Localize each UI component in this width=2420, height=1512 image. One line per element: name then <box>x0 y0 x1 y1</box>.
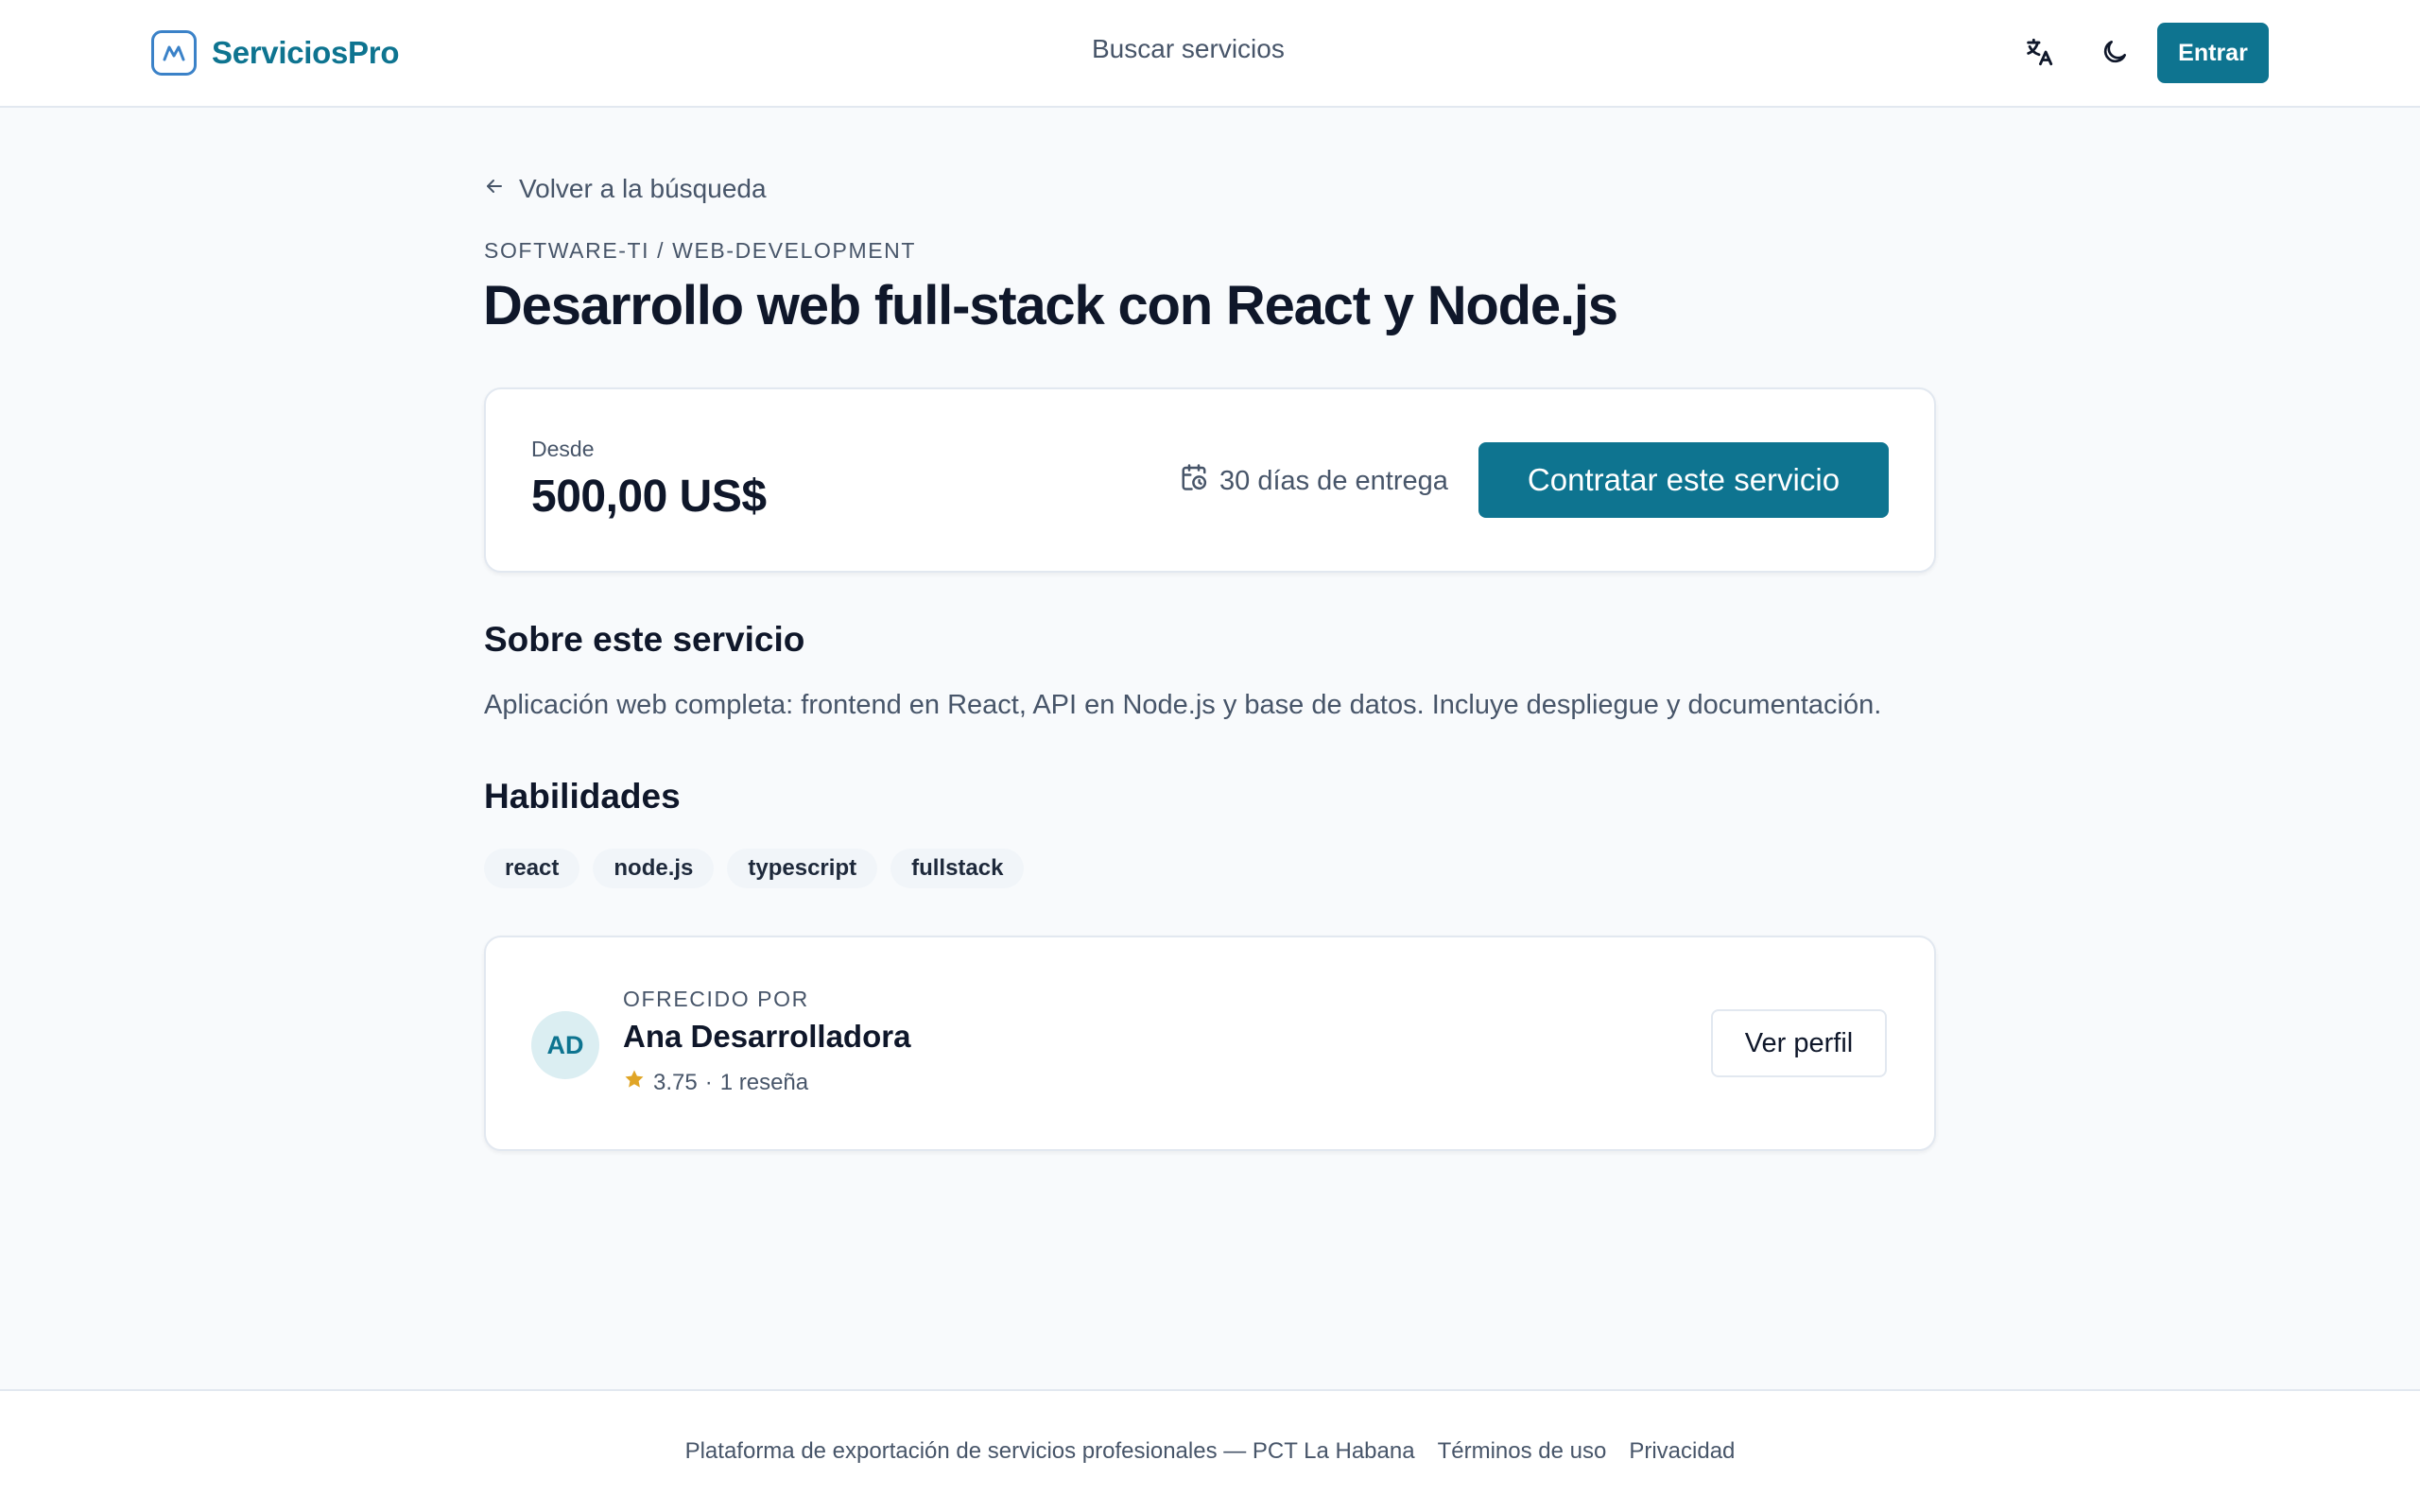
service-description: Aplicación web completa: frontend en Rea… <box>484 690 1882 720</box>
login-button[interactable]: Entrar <box>2157 23 2269 83</box>
offered-by-label: OFRECIDO POR <box>623 987 809 1011</box>
skill-tag-typescript[interactable]: typescript <box>727 849 878 888</box>
theme-toggle-button[interactable] <box>2092 31 2137 77</box>
translate-icon <box>2023 36 2055 73</box>
delivery-time: 30 días de entrega <box>1180 463 1448 499</box>
skill-tag-fullstack[interactable]: fullstack <box>890 849 1025 888</box>
skill-tag-nodejs[interactable]: node.js <box>593 849 715 888</box>
seller-rating: 3.75 · 1 reseña <box>623 1068 808 1097</box>
about-heading: Sobre este servicio <box>484 620 805 659</box>
hire-service-button[interactable]: Contratar este servicio <box>1478 442 1889 518</box>
footer-tagline: Plataforma de exportación de servicios p… <box>684 1438 1415 1464</box>
rating-separator: · <box>704 1069 713 1095</box>
calendar-clock-icon <box>1180 463 1208 499</box>
price-card: Desde 500,00 US$ 30 días de entrega Cont… <box>484 387 1936 573</box>
skills-heading: Habilidades <box>484 777 681 816</box>
back-to-search-link[interactable]: Volver a la búsqueda <box>483 174 767 204</box>
delivery-label: 30 días de entrega <box>1219 465 1448 496</box>
avatar: AD <box>531 1011 599 1079</box>
brand-logo[interactable]: ServiciosPro <box>151 28 399 77</box>
back-label: Volver a la búsqueda <box>519 174 767 203</box>
price-value: 500,00 US$ <box>531 472 767 522</box>
category-breadcrumb: SOFTWARE-TI / WEB-DEVELOPMENT <box>484 238 917 263</box>
brand-name: ServiciosPro <box>212 35 400 70</box>
nav-search-services[interactable]: Buscar servicios <box>1092 34 1285 64</box>
top-header: ServiciosPro Buscar servicios Entrar <box>0 0 2420 108</box>
moon-icon <box>2100 37 2130 72</box>
privacy-link[interactable]: Privacidad <box>1629 1438 1735 1465</box>
seller-name: Ana Desarrolladora <box>623 1019 911 1054</box>
view-profile-button[interactable]: Ver perfil <box>1711 1009 1887 1077</box>
footer-links: Plataforma de exportación de servicios p… <box>0 1438 2420 1465</box>
review-count: 1 reseña <box>719 1069 809 1095</box>
terms-link[interactable]: Términos de uso <box>1438 1438 1607 1465</box>
rating-value: 3.75 <box>653 1069 698 1095</box>
arrow-left-icon <box>483 174 506 204</box>
skills-list: react node.js typescript fullstack <box>484 849 1025 888</box>
star-icon <box>623 1068 646 1097</box>
seller-card: AD OFRECIDO POR Ana Desarrolladora 3.75 … <box>484 936 1936 1151</box>
page-footer: Plataforma de exportación de servicios p… <box>0 1389 2420 1512</box>
page-title: Desarrollo web full-stack con React y No… <box>483 275 1618 336</box>
language-button[interactable] <box>2016 31 2062 77</box>
logo-icon <box>151 30 197 76</box>
skill-tag-react[interactable]: react <box>484 849 580 888</box>
price-from-label: Desde <box>531 437 595 461</box>
